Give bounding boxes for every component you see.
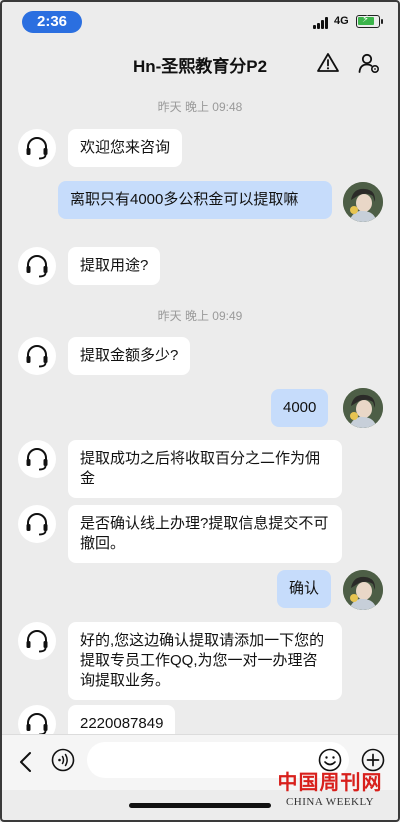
agent-avatar[interactable] xyxy=(18,337,56,375)
headset-icon xyxy=(26,513,48,536)
chat-header: Hn-圣熙教育分P2 xyxy=(0,44,400,84)
watermark-cn: 中国周刊网 xyxy=(277,770,383,794)
headset-icon xyxy=(26,345,48,368)
message-bubble-agent[interactable]: 提取用途? xyxy=(68,247,161,285)
status-time: 2:36 xyxy=(22,11,82,33)
message-bubble-agent[interactable]: 2220087849 xyxy=(68,705,176,734)
message-bubble-agent[interactable]: 好的,您这边确认提取请添加一下您的提取专员工作QQ,为您一对一办理咨询提取业务。 xyxy=(68,622,342,700)
message-bubble-user[interactable]: 离职只有4000多公积金可以提取嘛 xyxy=(58,181,332,219)
user-avatar[interactable] xyxy=(343,388,383,428)
battery-icon: ⚡ xyxy=(356,14,383,28)
warning-icon[interactable] xyxy=(316,51,340,75)
agent-avatar[interactable] xyxy=(18,622,56,660)
timestamp: 昨天 晚上 09:48 xyxy=(157,100,243,114)
user-avatar[interactable] xyxy=(343,182,383,222)
message-bubble-agent[interactable]: 提取成功之后将收取百分之二作为佣金 xyxy=(68,440,342,498)
home-indicator[interactable] xyxy=(129,803,271,808)
message-bubble-agent[interactable]: 是否确认线上办理?提取信息提交不可撤回。 xyxy=(68,505,342,563)
user-avatar[interactable] xyxy=(343,570,383,610)
agent-avatar[interactable] xyxy=(18,440,56,478)
message-bubble-agent[interactable]: 欢迎您来咨询 xyxy=(68,129,183,167)
agent-avatar[interactable] xyxy=(18,705,56,734)
headset-icon xyxy=(26,713,48,734)
contact-settings-icon[interactable] xyxy=(357,51,381,75)
headset-icon xyxy=(26,448,48,471)
headset-icon xyxy=(26,137,48,160)
chat-message-list[interactable]: 昨天 晚上 09:48 欢迎您来咨询 离职只有4000多公积金可以提取嘛 提取用… xyxy=(0,84,400,734)
back-icon[interactable] xyxy=(16,750,36,774)
agent-avatar[interactable] xyxy=(18,247,56,285)
watermark-en: CHINA WEEKLY xyxy=(285,796,375,808)
voice-icon[interactable] xyxy=(51,748,75,772)
agent-avatar[interactable] xyxy=(18,505,56,543)
agent-avatar[interactable] xyxy=(18,129,56,167)
headset-icon xyxy=(26,255,48,278)
timestamp: 昨天 晚上 09:49 xyxy=(157,309,243,323)
watermark: 中国周刊网 CHINA WEEKLY xyxy=(264,766,396,808)
signal-icon xyxy=(313,17,330,29)
message-bubble-user[interactable]: 4000 xyxy=(271,389,329,427)
chat-title: Hn-圣熙教育分P2 xyxy=(132,57,268,76)
message-bubble-user[interactable]: 确认 xyxy=(277,570,332,608)
message-bubble-agent[interactable]: 提取金额多少? xyxy=(68,337,191,375)
status-bar: 2:36 4G ⚡ xyxy=(0,0,400,44)
headset-icon xyxy=(26,630,48,653)
network-type: 4G xyxy=(334,15,349,27)
